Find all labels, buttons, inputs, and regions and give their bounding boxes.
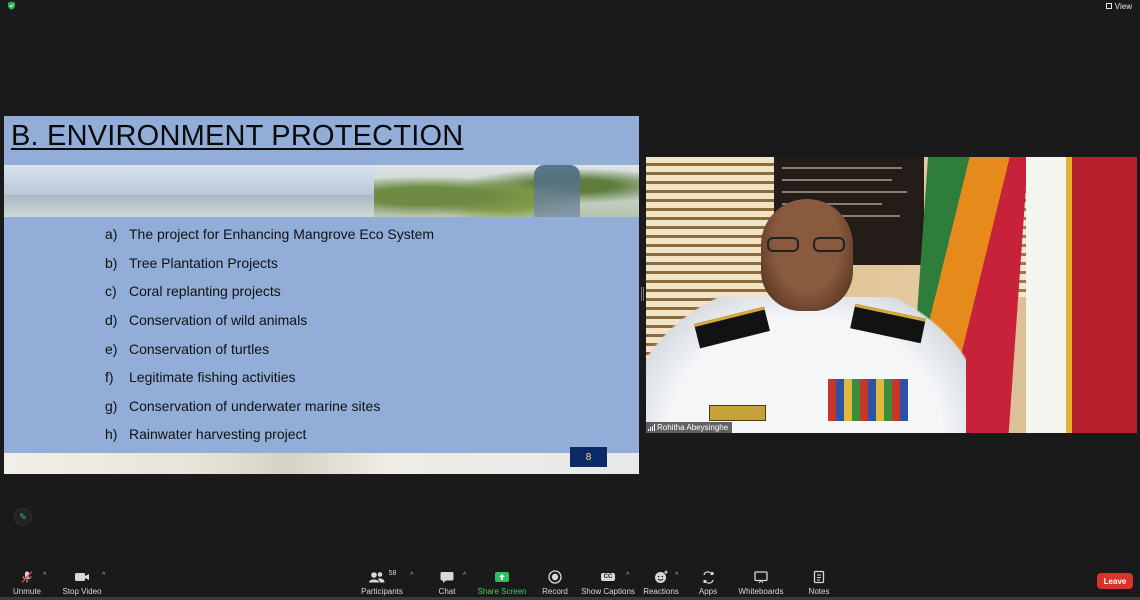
people-icon <box>368 572 385 583</box>
meeting-toolbar: Unmute ^ Stop Video ^ 58 Participants ^ … <box>0 562 1140 600</box>
video-camera-icon <box>74 570 90 584</box>
list-item: f) Legitimate fishing activities <box>105 369 296 386</box>
share-screen-button[interactable]: Share Screen <box>478 562 526 596</box>
view-button[interactable]: View <box>1105 0 1132 12</box>
participants-count: 58 <box>388 570 397 577</box>
slide-bullet-list: a) The project for Enhancing Mangrove Eco… <box>105 220 434 449</box>
top-bar: View <box>0 0 1140 12</box>
slide-footer-image <box>4 453 639 474</box>
record-icon <box>548 570 562 584</box>
grid-icon <box>1105 3 1112 9</box>
view-label: View <box>1114 1 1132 11</box>
apps-icon <box>702 570 715 584</box>
notes-icon <box>813 570 825 584</box>
caret-up-icon[interactable]: ^ <box>675 572 678 579</box>
show-captions-button[interactable]: CC Show Captions <box>581 562 635 596</box>
whiteboards-button[interactable]: Whiteboards <box>738 562 784 596</box>
list-item: d) Conservation of wild animals <box>105 312 308 329</box>
pencil-icon[interactable]: ✎ <box>14 508 32 526</box>
leave-button[interactable]: Leave <box>1097 573 1133 589</box>
participant-name: Rohitha Abeysinghe <box>657 423 729 432</box>
list-item: c) Coral replanting projects <box>105 283 281 300</box>
whiteboard-icon <box>754 570 768 584</box>
slide-banner-image <box>4 165 639 217</box>
slide-page-number: 8 <box>570 447 607 467</box>
share-arrow-icon <box>494 570 510 584</box>
shield-icon[interactable] <box>7 1 16 10</box>
split-view-drag-handle[interactable] <box>641 287 644 301</box>
mic-muted-icon <box>20 570 34 584</box>
caret-up-icon[interactable]: ^ <box>410 572 413 579</box>
caret-up-icon[interactable]: ^ <box>102 572 105 579</box>
stop-video-button[interactable]: Stop Video <box>62 562 102 596</box>
participant-video[interactable] <box>646 157 1137 433</box>
smiley-plus-icon <box>654 570 669 584</box>
record-button[interactable]: Record <box>540 562 570 596</box>
caret-up-icon[interactable]: ^ <box>626 572 629 579</box>
participants-button[interactable]: 58 Participants <box>361 562 403 596</box>
chat-button[interactable]: Chat <box>434 562 460 596</box>
cc-icon: CC <box>600 570 616 584</box>
list-item: b) Tree Plantation Projects <box>105 254 278 271</box>
chat-bubble-icon <box>440 570 454 584</box>
notes-button[interactable]: Notes <box>805 562 833 596</box>
list-item: e) Conservation of turtles <box>105 340 270 357</box>
list-item: h) Rainwater harvesting project <box>105 426 307 443</box>
caret-up-icon[interactable]: ^ <box>43 572 46 579</box>
reactions-button[interactable]: Reactions <box>643 562 679 596</box>
signal-strength-icon <box>648 424 655 431</box>
list-item: g) Conservation of underwater marine site… <box>105 397 381 414</box>
slide-title: B. ENVIRONMENT PROTECTION <box>11 120 464 152</box>
list-item: a) The project for Enhancing Mangrove Eco… <box>105 226 435 243</box>
caret-up-icon[interactable]: ^ <box>463 572 466 579</box>
apps-button[interactable]: Apps <box>694 562 722 596</box>
unmute-button[interactable]: Unmute <box>12 562 42 596</box>
participant-name-tag: Rohitha Abeysinghe <box>646 422 733 433</box>
shared-screen-slide: B. ENVIRONMENT PROTECTION a) The project … <box>4 116 639 474</box>
